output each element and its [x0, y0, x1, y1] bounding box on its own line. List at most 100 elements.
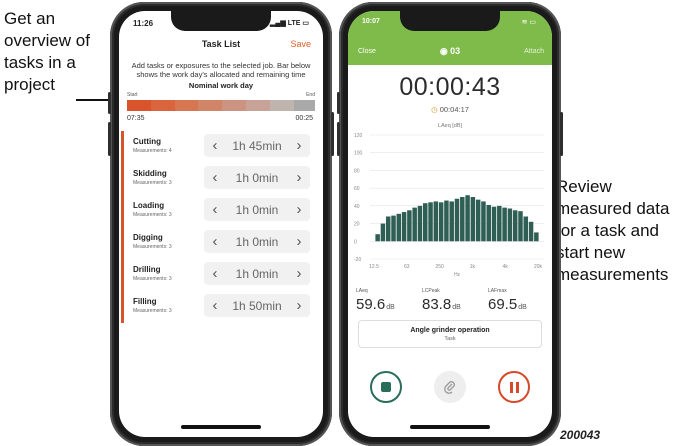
allocated-segment [245, 100, 270, 111]
task-measurements: Measurements: 3 [133, 276, 172, 282]
annotation-left-line: tasks in a [4, 53, 76, 72]
task-list-header: Task List Save [119, 39, 323, 55]
decrease-button[interactable]: ‹ [204, 166, 226, 189]
duration-stepper: ‹ 1h 0min › [204, 230, 310, 253]
increase-button[interactable]: › [288, 134, 310, 157]
task-row[interactable]: Loading Measurements: 3 ‹ 1h 0min › [121, 195, 323, 227]
task-row[interactable]: Filling Measurements: 3 ‹ 1h 50min › [121, 291, 323, 323]
task-name: Cutting [133, 137, 161, 146]
allocated-segment [127, 100, 151, 111]
task-row[interactable]: Cutting Measurements: 4 ‹ 1h 45min › [121, 131, 323, 163]
home-indicator[interactable] [410, 425, 490, 429]
task-measurements: Measurements: 3 [133, 180, 172, 186]
spectrum-bar [417, 205, 423, 242]
y-tick-label: 0 [354, 239, 357, 245]
spectrum-bar [401, 212, 407, 242]
volume-button [337, 92, 340, 114]
attach-paperclip-button[interactable] [434, 371, 466, 403]
task-card-name: Angle grinder operation [410, 327, 490, 334]
elapsed-time: ◷ 00:04:17 [348, 105, 552, 114]
spectrum-bar [491, 206, 497, 242]
increase-button[interactable]: › [288, 294, 310, 317]
increase-button[interactable]: › [288, 262, 310, 285]
volume-button [108, 122, 111, 156]
phone-task-list: 11:26 ▂▄▆ LTE ▭ Task List Save Add tasks… [108, 2, 334, 446]
increase-button[interactable]: › [288, 230, 310, 253]
task-row[interactable]: Digging Measurements: 3 ‹ 1h 0min › [121, 227, 323, 259]
task-row[interactable]: Drilling Measurements: 3 ‹ 1h 0min › [121, 259, 323, 291]
power-button [560, 112, 563, 156]
stop-button[interactable] [370, 371, 402, 403]
readout-value: 59.6dB [356, 296, 395, 313]
volume-button [337, 122, 340, 156]
allocated-segment [222, 100, 246, 111]
x-tick-label: 4k [503, 264, 509, 270]
task-name: Skidding [133, 169, 167, 178]
increase-button[interactable]: › [288, 166, 310, 189]
status-time: 10:07 [362, 18, 380, 25]
readout-number: 83.8 [422, 296, 452, 313]
attach-button[interactable]: Attach [524, 48, 544, 55]
start-time: 07:35 [127, 115, 145, 122]
duration-stepper: ‹ 1h 0min › [204, 198, 310, 221]
duration-value: 1h 50min [232, 298, 282, 313]
spectrum-bar [423, 203, 428, 242]
work-day-bar [127, 100, 315, 111]
x-tick-label: 1k [470, 264, 476, 270]
status-time: 11:26 [133, 19, 154, 28]
bar-start-label: Start [127, 92, 138, 98]
clock-icon: ◷ [431, 105, 438, 114]
spectrum-bar [502, 207, 507, 242]
readout-label: LAFmax [488, 288, 507, 294]
spectrum-bar [444, 200, 449, 242]
save-button[interactable]: Save [290, 39, 311, 49]
measurement-number: ◉ 03 [348, 46, 552, 57]
spectrum-bar [460, 197, 465, 242]
task-card[interactable]: Angle grinder operation Task [358, 320, 542, 348]
signal-icon: ▂▄▆ [270, 20, 286, 27]
spectrum-bar [454, 198, 460, 242]
duration-stepper: ‹ 1h 0min › [204, 262, 310, 285]
annotation-right-line: measurements [556, 265, 669, 284]
annotation-right-line: for a task and [556, 221, 660, 240]
x-tick-label: 250 [435, 264, 444, 270]
spectrum-bar [412, 207, 417, 242]
y-tick-label: 60 [354, 186, 360, 192]
task-row[interactable]: Skidding Measurements: 3 ‹ 1h 0min › [121, 163, 323, 195]
duration-stepper: ‹ 1h 45min › [204, 134, 310, 157]
x-tick-label: 20k [534, 264, 543, 270]
notch [171, 11, 271, 31]
readout-laeq: LAeq 59.6dB [356, 288, 395, 313]
phone-measurement: 10:07 ≋ ▭ Close ◉ 03 Attach 00:00:43 ◷ 0… [337, 2, 563, 446]
decrease-button[interactable]: ‹ [204, 294, 226, 317]
increase-button[interactable]: › [288, 198, 310, 221]
spectrum-bar [391, 215, 396, 242]
pause-icon [509, 381, 519, 393]
spectrum-bar [465, 195, 470, 242]
annotation-left-line: Get an [4, 9, 56, 28]
spectrum-bar [481, 201, 486, 242]
task-measurements: Measurements: 3 [133, 308, 172, 314]
spectrum-bar [534, 232, 539, 242]
duration-value: 1h 0min [235, 234, 279, 249]
spectrum-bar [433, 201, 439, 242]
decrease-button[interactable]: ‹ [204, 134, 226, 157]
spectrum-bar [475, 199, 481, 242]
decrease-button[interactable]: ‹ [204, 198, 226, 221]
volume-button [108, 92, 111, 114]
record-dot-icon: ◉ [439, 46, 451, 56]
decrease-button[interactable]: ‹ [204, 230, 226, 253]
readout-label: LCPeak [422, 288, 440, 294]
task-name: Loading [133, 201, 165, 210]
spectrum-bar [470, 197, 476, 242]
allocated-segment [198, 100, 223, 111]
home-indicator[interactable] [181, 425, 261, 429]
elapsed-time-value: 00:04:17 [439, 105, 469, 114]
pause-button[interactable] [498, 371, 530, 403]
spectrum-bar [497, 205, 502, 242]
task-measurements: Measurements: 3 [133, 244, 172, 250]
spectrum-bar [438, 202, 444, 242]
decrease-button[interactable]: ‹ [204, 262, 226, 285]
x-tick-label: 12.5 [369, 264, 379, 270]
task-name: Filling [133, 297, 157, 306]
